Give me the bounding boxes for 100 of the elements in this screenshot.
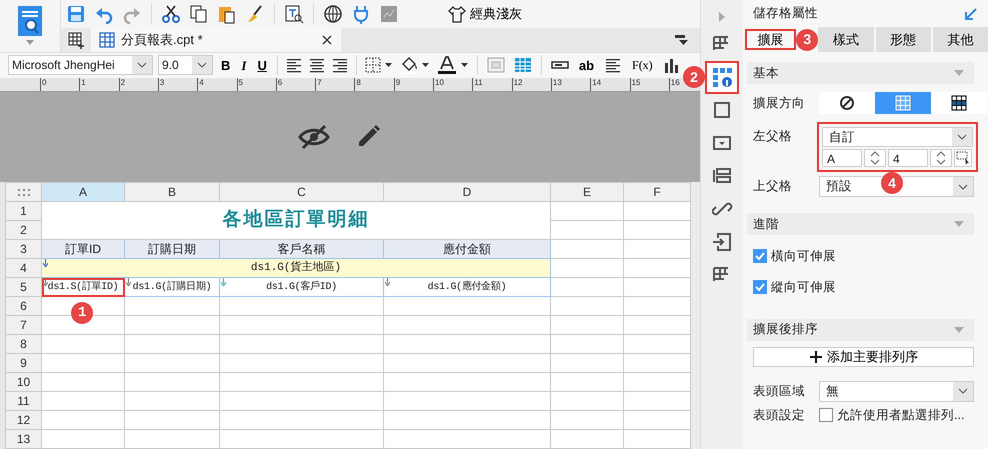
tab[interactable]: 擴展 bbox=[743, 27, 798, 52]
chevron-down-icon bbox=[137, 62, 147, 68]
checkbox-label[interactable]: 縱向可伸展 bbox=[771, 278, 836, 296]
chevron-down-icon bbox=[958, 184, 968, 190]
row-header[interactable]: 9 bbox=[6, 354, 42, 372]
row-header[interactable]: 8 bbox=[6, 334, 42, 354]
ruler-label: 10 bbox=[433, 78, 444, 91]
checkmark-icon bbox=[754, 281, 766, 294]
align-right-icon bbox=[332, 57, 348, 74]
column-header[interactable]: E bbox=[550, 182, 624, 202]
down-arrow-icon bbox=[385, 278, 390, 286]
down-arrow-icon bbox=[126, 278, 131, 286]
paint-bucket-icon bbox=[400, 56, 430, 74]
preview-button[interactable] bbox=[283, 3, 305, 25]
border-icon bbox=[364, 57, 393, 74]
column-header[interactable]: B bbox=[124, 182, 220, 202]
checkbox[interactable] bbox=[753, 249, 767, 264]
row-header[interactable]: 4 bbox=[6, 258, 42, 278]
row-input[interactable]: 4 bbox=[888, 149, 928, 167]
document-search-icon[interactable] bbox=[15, 4, 45, 38]
theme-button[interactable]: 經典淺灰 bbox=[448, 3, 522, 25]
row-header[interactable]: 5 bbox=[6, 278, 42, 296]
field-label: 表頭設定 bbox=[753, 406, 806, 424]
scissors-icon bbox=[161, 4, 181, 24]
spinner[interactable] bbox=[864, 149, 886, 167]
close-icon[interactable] bbox=[321, 34, 333, 46]
tab[interactable]: 樣式 bbox=[818, 27, 874, 52]
tab[interactable]: 其他 bbox=[932, 27, 988, 52]
panel-title: 儲存格屬性 bbox=[753, 5, 818, 22]
caret-icon[interactable] bbox=[26, 40, 34, 45]
collapse-arrow-icon[interactable] bbox=[964, 6, 978, 20]
formula-button[interactable]: F(x) bbox=[629, 59, 656, 72]
section-title: 進階 bbox=[753, 216, 779, 233]
section-header[interactable]: 基本 bbox=[747, 62, 974, 84]
grid-icon bbox=[951, 95, 967, 111]
scrollbar[interactable] bbox=[691, 182, 700, 449]
file-tab-label: 分頁報表.cpt * bbox=[121, 31, 204, 50]
row-header[interactable]: 3 bbox=[6, 240, 42, 258]
left-parent-dropdown[interactable]: 自訂 bbox=[822, 127, 973, 147]
bold-button[interactable]: B bbox=[218, 58, 234, 72]
callout-badge: 1 bbox=[71, 302, 93, 324]
chart-search-icon bbox=[379, 4, 399, 24]
save-button[interactable] bbox=[65, 3, 87, 25]
eye-slash-icon bbox=[298, 124, 330, 150]
select-all-icon[interactable] bbox=[18, 188, 30, 197]
ruler-label: 11 bbox=[472, 78, 483, 91]
underline-button[interactable]: U bbox=[254, 58, 270, 72]
row-header[interactable]: 13 bbox=[6, 430, 42, 448]
chevron-down-icon bbox=[197, 62, 207, 68]
checkbox-label[interactable]: 橫向可伸展 bbox=[771, 247, 836, 266]
import-icon bbox=[712, 232, 732, 253]
table-cell: 應付金額 bbox=[384, 240, 550, 258]
table-icon bbox=[514, 57, 532, 74]
ruler-label: 9 bbox=[394, 78, 400, 91]
row-header[interactable]: 7 bbox=[6, 316, 42, 334]
field-label: 擴展方向 bbox=[753, 94, 806, 112]
checkbox[interactable] bbox=[753, 280, 767, 294]
add-sort-button[interactable]: 添加主要排列序 bbox=[753, 346, 974, 366]
down-arrow-icon bbox=[221, 278, 226, 286]
row-header[interactable]: 10 bbox=[6, 372, 42, 392]
ruler-label: 14 bbox=[590, 78, 602, 91]
ruler-label: 5 bbox=[236, 78, 243, 91]
spinner[interactable] bbox=[930, 149, 952, 167]
column-header[interactable]: D bbox=[384, 182, 550, 202]
table-cell: ds1.G(貨主地區) bbox=[42, 258, 550, 278]
row-header[interactable]: 6 bbox=[6, 296, 42, 316]
column-header[interactable]: C bbox=[220, 182, 384, 202]
ruler-label: 13 bbox=[550, 78, 562, 91]
row-header[interactable]: 12 bbox=[6, 410, 42, 430]
callout-badge: 3 bbox=[796, 28, 818, 50]
cell-icon bbox=[486, 57, 505, 74]
header-area-dropdown[interactable]: 無 bbox=[819, 380, 974, 402]
font-color-button[interactable] bbox=[436, 54, 470, 76]
table-cell[interactable]: ds1.G(客戶ID) bbox=[220, 278, 384, 296]
cell-picker-button[interactable] bbox=[954, 149, 972, 167]
chevron-up-icon bbox=[870, 150, 880, 158]
checkbox-label[interactable]: 允許使用者點選排列... bbox=[837, 406, 964, 424]
table-cell[interactable]: ds1.G(應付金額) bbox=[384, 278, 550, 296]
section-header[interactable]: 進階 bbox=[747, 213, 974, 235]
grid-icon bbox=[895, 95, 911, 111]
table-cell[interactable]: ds1.G(訂購日期) bbox=[124, 278, 220, 296]
chart-search-button[interactable] bbox=[378, 3, 400, 25]
row-header[interactable]: 1 bbox=[6, 202, 42, 220]
globe-button[interactable] bbox=[322, 3, 344, 25]
field-label: 左父格 bbox=[753, 128, 793, 145]
checkbox[interactable] bbox=[819, 408, 833, 422]
text-button[interactable]: ab bbox=[576, 58, 598, 72]
row-header[interactable]: 2 bbox=[6, 220, 42, 240]
column-header[interactable]: A bbox=[42, 182, 124, 202]
column-input[interactable]: A bbox=[822, 149, 862, 167]
globe-icon bbox=[323, 4, 343, 24]
font-size-dropdown[interactable]: 9.0 bbox=[158, 55, 213, 76]
italic-button[interactable]: I bbox=[238, 58, 250, 72]
file-tab[interactable]: 分頁報表.cpt * bbox=[91, 28, 341, 52]
section-header[interactable]: 擴展後排序 bbox=[747, 318, 974, 340]
scissors-button[interactable] bbox=[160, 3, 182, 25]
column-header[interactable]: F bbox=[624, 182, 690, 202]
font-dropdown[interactable]: Microsoft JhengHei bbox=[8, 55, 153, 76]
tab[interactable]: 形態 bbox=[876, 27, 931, 52]
row-header[interactable]: 11 bbox=[6, 392, 42, 410]
